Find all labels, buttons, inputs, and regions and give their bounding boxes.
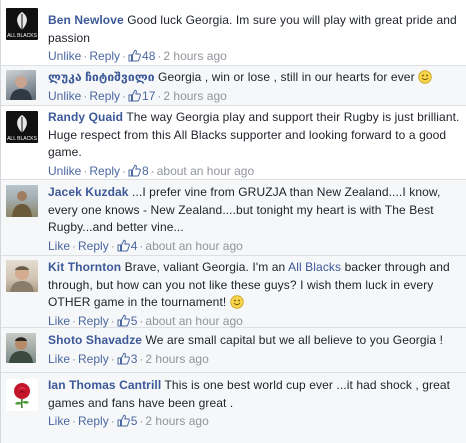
reply-button[interactable]: Reply — [89, 49, 120, 63]
thumbs-up-icon — [117, 239, 130, 251]
like-count[interactable]: 17 — [128, 89, 155, 103]
comment-actions: Like · Reply · 4 · about an hour ago — [48, 238, 243, 253]
reply-button[interactable]: Reply — [78, 352, 109, 366]
comment-timestamp[interactable]: about an hour ago — [145, 239, 242, 253]
avatar[interactable] — [6, 379, 38, 411]
comment-list: ALL BLACKS Ben Newlove Good luck Georgia… — [0, 0, 466, 443]
comment-actions: Like · Reply · 5 · about an hour ago — [48, 313, 243, 328]
avatar[interactable] — [6, 70, 36, 100]
svg-text:ALL BLACKS: ALL BLACKS — [7, 136, 37, 142]
like-button[interactable]: Like — [48, 314, 70, 328]
thumbs-up-icon — [117, 414, 130, 427]
comment-timestamp[interactable]: about an hour ago — [157, 164, 254, 178]
unlike-button[interactable]: Unlike — [48, 164, 81, 178]
comment-timestamp[interactable]: 2 hours ago — [163, 49, 226, 63]
comment-actions: Unlike · Reply · 8 · about an hour ago — [48, 163, 255, 178]
avatar[interactable] — [6, 185, 38, 217]
comment-author[interactable]: Ben Newlove — [48, 13, 124, 27]
like-count[interactable]: 5 — [117, 314, 137, 328]
reply-button[interactable]: Reply — [78, 239, 109, 253]
comment: Jacek Kuzdak ...I prefer vine from GRUZJ… — [1, 180, 466, 256]
like-count[interactable]: 3 — [117, 352, 137, 366]
smiley-emoji-icon — [418, 70, 432, 84]
svg-text:ALL BLACKS: ALL BLACKS — [7, 33, 37, 39]
comment-text: Georgia , win or lose , still in our hea… — [158, 70, 415, 84]
comment-actions: Unlike · Reply · 48 · 2 hours ago — [48, 49, 227, 63]
comment-author[interactable]: ლუკა ჩიტიშვილი — [48, 70, 155, 84]
comment: ALL BLACKS Ben Newlove Good luck Georgia… — [1, 0, 466, 66]
comment-author[interactable]: Shoto Shavadze — [48, 333, 142, 347]
thumbs-up-icon — [128, 49, 141, 62]
like-button[interactable]: Like — [48, 414, 70, 428]
comment-body: Kit Thornton Brave, valiant Georgia. I'm… — [48, 259, 460, 312]
person-photo-icon — [9, 337, 33, 363]
comment-author[interactable]: Kit Thornton — [48, 260, 121, 274]
comment-timestamp[interactable]: 2 hours ago — [145, 414, 208, 428]
comment-body: Jacek Kuzdak ...I prefer vine from GRUZJ… — [48, 184, 460, 237]
like-count[interactable]: 5 — [117, 414, 137, 428]
like-count[interactable]: 4 — [117, 239, 137, 253]
comment-actions: Unlike · Reply · 17 · 2 hours ago — [48, 88, 227, 103]
comment: ALL BLACKS Randy Quaid The way Georgia p… — [1, 106, 466, 180]
comment-text: Brave, valiant Georgia. I'm an — [124, 260, 286, 274]
reply-button[interactable]: Reply — [78, 314, 109, 328]
comment: ლუკა ჩიტიშვილი Georgia , win or lose , s… — [1, 66, 466, 106]
like-button[interactable]: Like — [48, 239, 70, 253]
comment-author[interactable]: Ian Thomas Cantrill — [48, 378, 161, 392]
reply-button[interactable]: Reply — [78, 414, 109, 428]
person-photo-icon — [10, 266, 34, 292]
reply-button[interactable]: Reply — [89, 89, 120, 103]
comment-body: Shoto Shavadze We are small capital but … — [48, 332, 460, 350]
thumbs-up-icon — [128, 89, 141, 101]
like-count[interactable]: 8 — [128, 164, 149, 178]
comment-text: We are small capital but we all believe … — [145, 333, 444, 347]
avatar[interactable]: ALL BLACKS — [6, 8, 38, 40]
comment-timestamp[interactable]: about an hour ago — [145, 314, 242, 328]
comment: Shoto Shavadze We are small capital but … — [1, 328, 466, 373]
all-blacks-link[interactable]: All Blacks — [288, 260, 341, 274]
comment-timestamp[interactable]: 2 hours ago — [145, 352, 208, 366]
fern-logo-icon: ALL BLACKS — [7, 12, 38, 39]
person-photo-icon — [12, 191, 32, 217]
thumbs-up-icon — [128, 164, 141, 176]
comment-body: Ian Thomas Cantrill This is one best wor… — [48, 377, 460, 412]
avatar[interactable] — [6, 260, 38, 292]
comment-actions: Like · Reply · 5 · 2 hours ago — [48, 414, 209, 428]
comment-body: Randy Quaid The way Georgia play and sup… — [48, 109, 460, 162]
like-button[interactable]: Like — [48, 352, 70, 366]
comment-body: Ben Newlove Good luck Georgia. Im sure y… — [48, 12, 460, 47]
comment: Ian Thomas Cantrill This is one best wor… — [1, 373, 466, 443]
comment-author[interactable]: Randy Quaid — [48, 110, 123, 124]
comment-actions: Like · Reply · 3 · 2 hours ago — [48, 351, 209, 366]
like-count[interactable]: 48 — [128, 49, 155, 63]
thumbs-up-icon — [117, 352, 130, 364]
unlike-button[interactable]: Unlike — [48, 89, 81, 103]
rose-icon — [14, 383, 30, 409]
smiley-emoji-icon — [230, 295, 244, 309]
comment-body: ლუკა ჩიტიშვილი Georgia , win or lose , s… — [48, 69, 460, 87]
unlike-button[interactable]: Unlike — [48, 49, 81, 63]
comment-author[interactable]: Jacek Kuzdak — [48, 185, 129, 199]
comment-timestamp[interactable]: 2 hours ago — [163, 89, 226, 103]
avatar[interactable]: ALL BLACKS — [6, 111, 38, 143]
avatar[interactable] — [6, 333, 36, 363]
person-photo-icon — [10, 76, 32, 100]
comment: Kit Thornton Brave, valiant Georgia. I'm… — [1, 256, 466, 328]
reply-button[interactable]: Reply — [89, 164, 120, 178]
thumbs-up-icon — [117, 314, 130, 326]
fern-logo-icon: ALL BLACKS — [7, 115, 38, 142]
